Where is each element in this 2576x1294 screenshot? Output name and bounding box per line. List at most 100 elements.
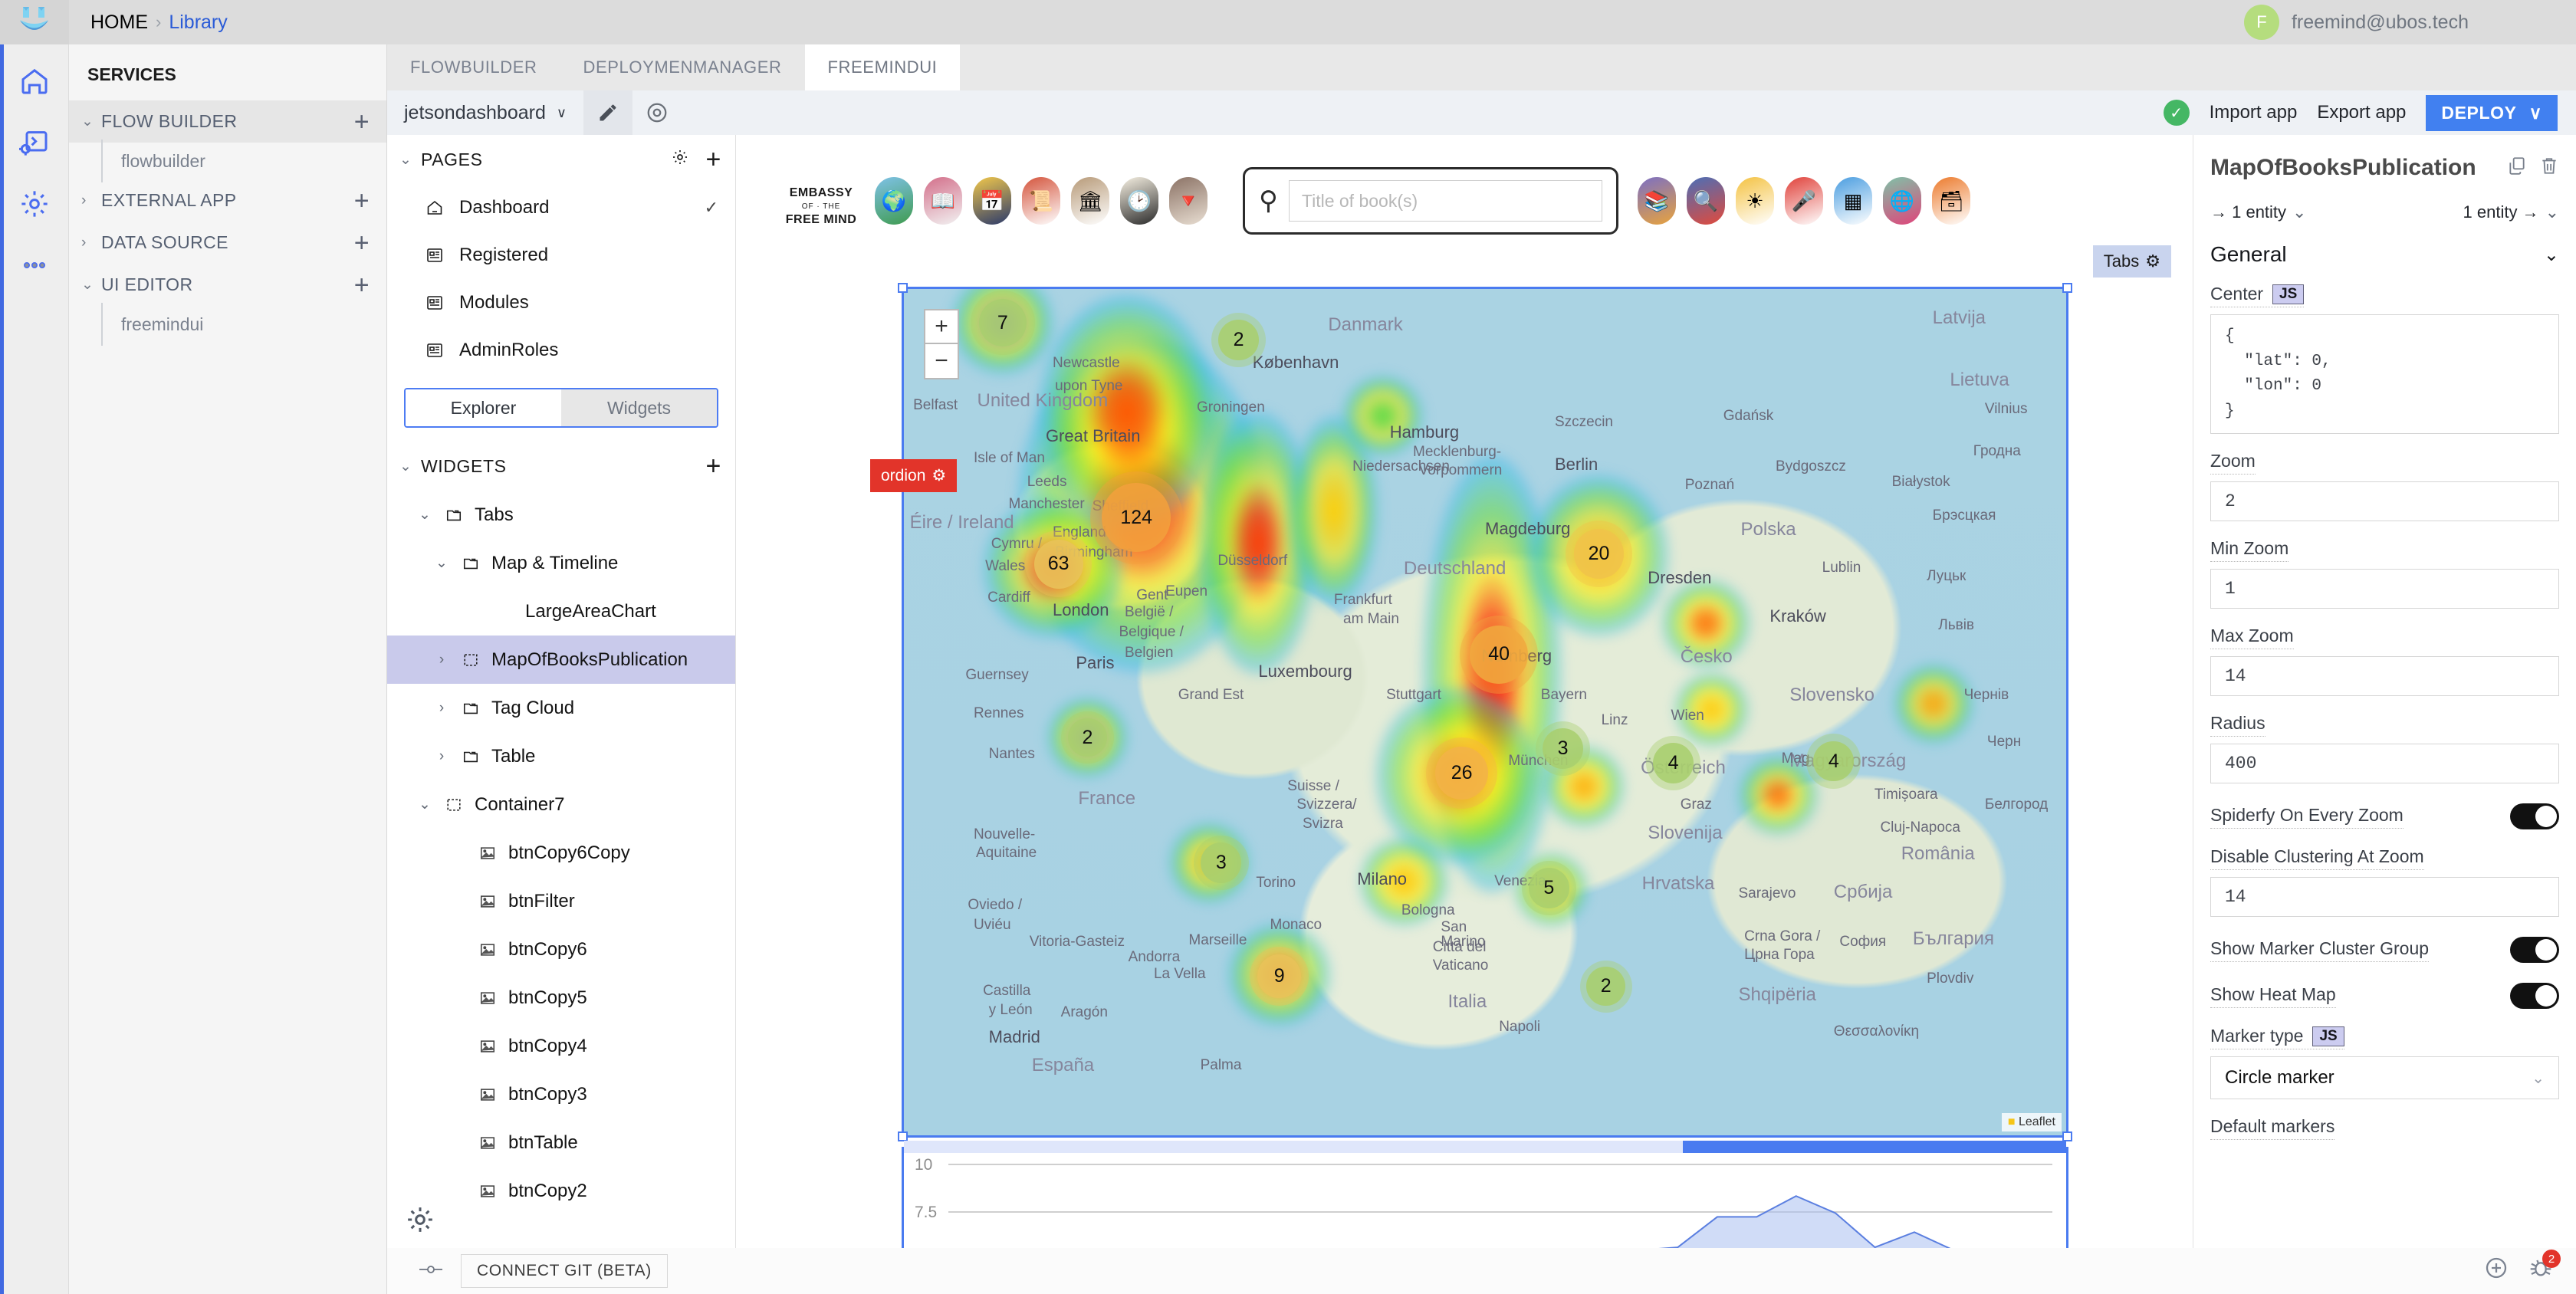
settings-icon[interactable] bbox=[15, 184, 54, 224]
user-area[interactable]: F freemind@ubos.tech bbox=[2243, 5, 2469, 40]
deploy-icon[interactable] bbox=[15, 123, 54, 163]
more-icon[interactable] bbox=[15, 245, 54, 285]
js-badge[interactable]: JS bbox=[2272, 284, 2305, 304]
cluster-marker[interactable]: 26 bbox=[1426, 737, 1498, 809]
design-canvas[interactable]: EMBASSY OF · THE FREE MIND 🌍 📖 📅 📜 🏛 🕑 🔻 ⚲ Tit… bbox=[737, 135, 2193, 1248]
pencil-icon[interactable] bbox=[583, 90, 633, 135]
shelf-icon[interactable]: 🗃 bbox=[1932, 177, 1970, 225]
deploy-button[interactable]: DEPLOY ∨ bbox=[2426, 94, 2558, 131]
widget-item-table[interactable]: › Table bbox=[387, 732, 735, 780]
widget-item-tabs[interactable]: ⌄ Tabs bbox=[387, 491, 735, 539]
funnel-icon[interactable]: 🔻 bbox=[1169, 177, 1208, 225]
tab-freemindui[interactable]: FREEMINDUI bbox=[804, 44, 961, 90]
tab-widgets[interactable]: Widgets bbox=[561, 389, 717, 426]
connect-git-button[interactable]: CONNECT GIT (BETA) bbox=[461, 1254, 668, 1288]
service-item-flowbuilder[interactable]: flowbuilder bbox=[69, 140, 386, 182]
cluster-marker[interactable]: 4 bbox=[1806, 734, 1861, 789]
output-entity[interactable]: 1 entity → bbox=[2463, 202, 2539, 222]
timeline-chart[interactable]: 10 7.5 bbox=[902, 1141, 2068, 1248]
zoom-in-button[interactable]: + bbox=[924, 309, 959, 344]
avatar[interactable]: F bbox=[2243, 5, 2279, 40]
add-service-button[interactable]: + bbox=[354, 109, 370, 135]
chevron-down-icon[interactable]: ⌄ bbox=[81, 276, 101, 294]
service-item-freemindui[interactable]: freemindui bbox=[69, 303, 386, 346]
plus-circle-icon[interactable] bbox=[2484, 1256, 2509, 1286]
leaflet-attribution[interactable]: ■ Leaflet bbox=[2001, 1113, 2062, 1131]
pages-section-header[interactable]: ⌄ PAGES + bbox=[387, 135, 735, 184]
clock-icon[interactable]: 🕑 bbox=[1120, 177, 1158, 225]
cluster-marker[interactable]: 20 bbox=[1566, 521, 1632, 587]
widget-item-largeareachart[interactable]: LargeAreaChart bbox=[387, 587, 735, 636]
chevron-down-icon[interactable]: ⌄ bbox=[399, 151, 421, 169]
service-group-3[interactable]: ⌄ UI EDITOR + bbox=[69, 264, 386, 306]
widget-item-btncopy6[interactable]: btnCopy6 bbox=[387, 925, 735, 974]
page-item-registered[interactable]: Registered bbox=[387, 232, 735, 279]
map-zoom-controls[interactable]: + − bbox=[924, 309, 959, 379]
widget-item-mapofbookspublication[interactable]: › MapOfBooksPublication bbox=[387, 636, 735, 684]
widget-item-btncopy3[interactable]: btnCopy3 bbox=[387, 1070, 735, 1118]
chevron-right-icon[interactable]: › bbox=[81, 192, 101, 209]
breadcrumb-current[interactable]: Library bbox=[169, 11, 227, 34]
export-app-button[interactable]: Export app bbox=[2317, 102, 2406, 123]
widget-item-container7[interactable]: ⌄ Container7 bbox=[387, 780, 735, 829]
search-input[interactable]: Title of book(s) bbox=[1288, 180, 1602, 222]
service-group-1[interactable]: › EXTERNAL APP + bbox=[69, 179, 386, 222]
scroll-icon[interactable]: 📜 bbox=[1022, 177, 1060, 225]
widget-item-btncopy2[interactable]: btnCopy2 bbox=[387, 1167, 735, 1215]
chevron-down-icon[interactable]: ⌄ bbox=[2544, 244, 2559, 266]
app-logo[interactable] bbox=[0, 0, 69, 44]
gear-icon[interactable]: ⚙ bbox=[932, 466, 946, 485]
widget-item-btncopy6copy[interactable]: btnCopy6Copy bbox=[387, 829, 735, 877]
books-icon[interactable]: 📚 bbox=[1638, 177, 1676, 225]
widget-item-btnfilter[interactable]: btnFilter bbox=[387, 877, 735, 925]
chevron-right-icon[interactable]: › bbox=[433, 652, 450, 668]
feather-icon[interactable]: 🎤 bbox=[1785, 177, 1823, 225]
page-item-dashboard[interactable]: Dashboard ✓ bbox=[387, 184, 735, 232]
service-group-0[interactable]: ⌄ FLOW BUILDER + bbox=[69, 100, 386, 143]
cluster-marker[interactable]: 3 bbox=[1194, 835, 1249, 891]
bug-icon[interactable]: 2 bbox=[2528, 1250, 2561, 1286]
field-value[interactable]: 14 bbox=[2210, 656, 2559, 697]
add-page-button[interactable]: + bbox=[706, 146, 721, 172]
field-value[interactable]: { "lat": 0, "lon": 0 } bbox=[2210, 314, 2559, 435]
cluster-marker[interactable]: 3 bbox=[1535, 721, 1591, 777]
widget-item-btncopy5[interactable]: btnCopy5 bbox=[387, 974, 735, 1022]
book-search[interactable]: ⚲ Title of book(s) bbox=[1243, 167, 1618, 235]
field-value[interactable]: 14 bbox=[2210, 877, 2559, 918]
globe-icon[interactable]: 🌍 bbox=[875, 177, 913, 225]
app-selector[interactable]: jetsondashboard ∨ bbox=[387, 90, 583, 135]
widget-item-btntable[interactable]: btnTable bbox=[387, 1118, 735, 1167]
grid-icon[interactable]: ▦ bbox=[1834, 177, 1872, 225]
search-house-icon[interactable]: 🔍 bbox=[1687, 177, 1725, 225]
page-item-adminroles[interactable]: AdminRoles bbox=[387, 327, 735, 374]
page-item-modules[interactable]: Modules bbox=[387, 279, 735, 327]
cluster-marker[interactable]: 124 bbox=[1089, 471, 1183, 564]
field-value[interactable]: 1 bbox=[2210, 569, 2559, 609]
chevron-down-icon[interactable]: ⌄ bbox=[81, 113, 101, 130]
trash-icon[interactable] bbox=[2539, 156, 2559, 181]
add-widget-button[interactable]: + bbox=[706, 453, 721, 479]
tab-deploymenmanager[interactable]: DEPLOYMENMANAGER bbox=[560, 44, 805, 90]
widget-item-tag-cloud[interactable]: › Tag Cloud bbox=[387, 684, 735, 732]
chevron-right-icon[interactable]: › bbox=[81, 235, 101, 251]
copy-icon[interactable] bbox=[2507, 156, 2527, 181]
chevron-down-icon[interactable]: ⌄ bbox=[399, 458, 421, 475]
service-group-2[interactable]: › DATA SOURCE + bbox=[69, 222, 386, 264]
tab-explorer[interactable]: Explorer bbox=[406, 389, 561, 426]
resize-handle-top-right[interactable] bbox=[2062, 283, 2072, 293]
cluster-marker[interactable]: 5 bbox=[1521, 860, 1577, 916]
cluster-marker[interactable]: 2 bbox=[1061, 711, 1114, 764]
chevron-down-icon[interactable]: ⌄ bbox=[433, 554, 450, 572]
map-widget-frame[interactable]: ordion ⚙ Danmark Latvija København Lietuva N… bbox=[870, 283, 2072, 1141]
toggle-spiderfy-on-every-zoom[interactable] bbox=[2510, 803, 2559, 830]
toggle-show-marker-cluster-group[interactable] bbox=[2510, 937, 2559, 964]
cluster-marker[interactable]: 7 bbox=[971, 291, 1035, 355]
target-icon[interactable] bbox=[632, 90, 682, 135]
cluster-marker[interactable]: 40 bbox=[1460, 615, 1539, 695]
zoom-out-button[interactable]: − bbox=[924, 344, 959, 379]
cluster-marker[interactable]: 2 bbox=[1579, 960, 1632, 1013]
explorer-settings-icon[interactable] bbox=[402, 1202, 438, 1237]
chevron-right-icon[interactable]: › bbox=[433, 748, 450, 765]
field-value[interactable]: Circle marker ⌄ bbox=[2210, 1056, 2559, 1100]
museum-icon[interactable]: 🏛 bbox=[1071, 177, 1109, 225]
